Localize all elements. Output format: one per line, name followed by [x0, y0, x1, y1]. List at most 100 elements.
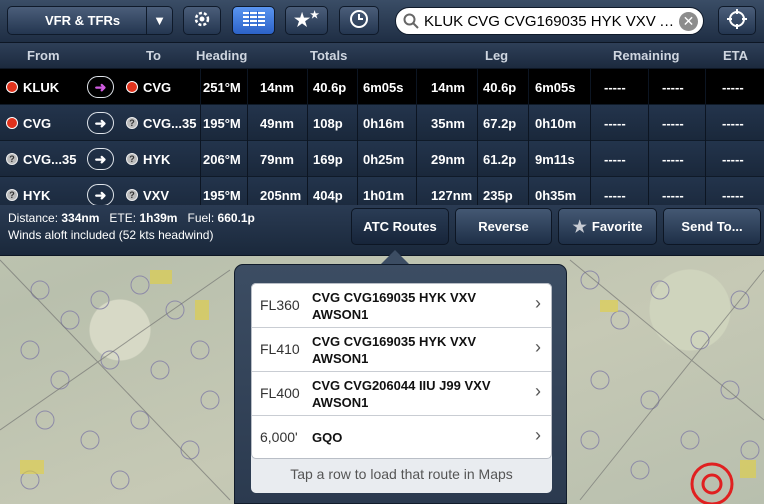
route-search-input[interactable]: KLUK CVG CVG169035 HYK VXV A... ✕ — [395, 7, 704, 35]
timer-button[interactable] — [339, 6, 379, 35]
column-divider — [590, 177, 591, 205]
column-divider — [477, 177, 478, 205]
atc-route-row[interactable]: 6,000' GQO › — [252, 416, 551, 460]
app-window: { "toolbar": { "layer_label": "VFR & TFR… — [0, 0, 764, 504]
col-totals: Totals — [310, 48, 348, 63]
cell-t-dist: 205nm — [260, 187, 302, 203]
cell-t-dist: 49nm — [260, 115, 294, 131]
column-divider — [648, 105, 649, 141]
arrow-right-icon: ➜ — [87, 112, 114, 134]
column-divider — [357, 69, 358, 105]
column-divider — [307, 105, 308, 141]
cell-l-dist: 127nm — [431, 187, 473, 203]
direct-to-button[interactable]: ➜ — [87, 105, 114, 141]
column-divider — [307, 141, 308, 177]
atc-route-row[interactable]: FL360 CVG CVG169035 HYK VXV AWSON1 › — [252, 284, 551, 328]
arrow-right-icon: ➜ — [87, 76, 114, 98]
route-altitude: FL410 — [260, 341, 300, 357]
direct-to-button[interactable]: ➜ — [87, 141, 114, 177]
column-divider — [247, 177, 248, 205]
table-row[interactable]: ? HYK ➜? VXV 195°M 205nm 404p 1h01m 127nm 235p 0h3… — [0, 177, 764, 205]
column-divider — [200, 177, 201, 205]
cell-rem-dist: ----- — [604, 187, 626, 203]
atc-route-list: FL360 CVG CVG169035 HYK VXV AWSON1 › FL410 C… — [251, 283, 552, 459]
column-divider — [705, 177, 706, 205]
atc-routes-button[interactable]: ATC Routes — [351, 208, 449, 245]
settings-button[interactable] — [183, 6, 221, 35]
table-header: From To Heading Totals Leg Remaining ETA — [0, 43, 764, 69]
column-divider — [357, 141, 358, 177]
column-divider — [528, 141, 529, 177]
table-row[interactable]: CVG ➜? CVG...35 195°M 49nm 108p 0h16m 35nm 67.2p… — [0, 105, 764, 141]
col-from: From — [27, 48, 60, 63]
chevron-right-icon: › — [535, 425, 541, 445]
cell-t-fuel: 404p — [313, 187, 343, 203]
send-to-button[interactable]: Send To... — [663, 208, 761, 245]
cell-t-dist: 14nm — [260, 79, 294, 95]
favorite-button[interactable]: ★ Favorite — [558, 208, 657, 245]
from-waypoint[interactable]: ? HYK — [6, 177, 50, 205]
from-label: KLUK — [23, 79, 60, 95]
cell-rem-time: ----- — [662, 79, 684, 95]
distance-value: 334nm — [61, 211, 100, 225]
table-row[interactable]: ? CVG...35 ➜? HYK 206°M 79nm 169p 0h25m 29nm 61.2… — [0, 141, 764, 177]
map-layer-select[interactable]: VFR & TFRs ▼ — [7, 6, 173, 35]
popover-arrow — [380, 250, 410, 265]
route-list-button[interactable] — [232, 6, 275, 35]
column-divider — [416, 141, 417, 177]
column-divider — [648, 177, 649, 205]
column-divider — [590, 141, 591, 177]
to-label: CVG...35 — [143, 115, 197, 131]
column-divider — [247, 105, 248, 141]
column-divider — [528, 69, 529, 105]
to-label: HYK — [143, 151, 171, 167]
column-divider — [528, 105, 529, 141]
route-altitude: 6,000' — [260, 429, 298, 445]
atc-routes-hint: Tap a row to load that route in Maps — [290, 466, 513, 482]
from-waypoint[interactable]: KLUK — [6, 69, 59, 105]
airport-icon — [6, 81, 18, 93]
table-row[interactable]: KLUK ➜ CVG 251°M 14nm 40.6p 6m05s 14nm 40.6p 6m05… — [0, 69, 764, 105]
to-waypoint[interactable]: CVG — [126, 69, 171, 105]
cell-eta: ----- — [722, 187, 744, 203]
cell-l-time: 0h10m — [535, 115, 577, 131]
reverse-label: Reverse — [478, 219, 529, 234]
direct-to-button[interactable]: ➜ — [87, 177, 114, 205]
cell-l-fuel: 235p — [483, 187, 513, 203]
cell-l-dist: 14nm — [431, 79, 465, 95]
map-layer-label: VFR & TFRs — [45, 13, 121, 28]
route-string: CVG CVG169035 HYK VXV AWSON1 — [312, 290, 477, 322]
from-waypoint[interactable]: ? CVG...35 — [6, 141, 76, 177]
column-divider — [307, 69, 308, 105]
to-waypoint[interactable]: ? VXV — [126, 177, 169, 205]
cell-rem-dist: ----- — [604, 115, 626, 131]
column-divider — [528, 177, 529, 205]
cell-rem-time: ----- — [662, 151, 684, 167]
cell-rem-dist: ----- — [604, 79, 626, 95]
direct-to-button[interactable]: ➜ — [87, 69, 114, 105]
dropdown-triangle-icon: ▼ — [146, 7, 172, 34]
reverse-button[interactable]: Reverse — [455, 208, 552, 245]
column-divider — [416, 105, 417, 141]
atc-route-row[interactable]: FL400 CVG CVG206044 IIU J99 VXV AWSON1 › — [252, 372, 551, 416]
top-toolbar: VFR & TFRs ▼ ★★ KLUK CVG CVG169035 HYK V… — [0, 0, 764, 43]
from-waypoint[interactable]: CVG — [6, 105, 51, 141]
atc-route-row[interactable]: FL410 CVG CVG169035 HYK VXV AWSON1 › — [252, 328, 551, 372]
to-waypoint[interactable]: ? CVG...35 — [126, 105, 196, 141]
cell-l-time: 9m11s — [535, 151, 575, 167]
column-divider — [705, 141, 706, 177]
locate-button[interactable] — [718, 6, 756, 35]
to-waypoint[interactable]: ? HYK — [126, 141, 170, 177]
search-icon — [403, 13, 419, 33]
favorites-button[interactable]: ★★ — [285, 6, 328, 35]
cell-t-time: 6m05s — [363, 79, 404, 95]
column-divider — [200, 105, 201, 141]
clear-icon[interactable]: ✕ — [679, 12, 698, 31]
column-divider — [307, 177, 308, 205]
fix-icon: ? — [126, 189, 138, 201]
fuel-label: Fuel: — [187, 211, 215, 225]
cell-rem-time: ----- — [662, 187, 684, 203]
column-divider — [590, 105, 591, 141]
route-altitude: FL360 — [260, 297, 300, 313]
cell-t-fuel: 108p — [313, 115, 343, 131]
